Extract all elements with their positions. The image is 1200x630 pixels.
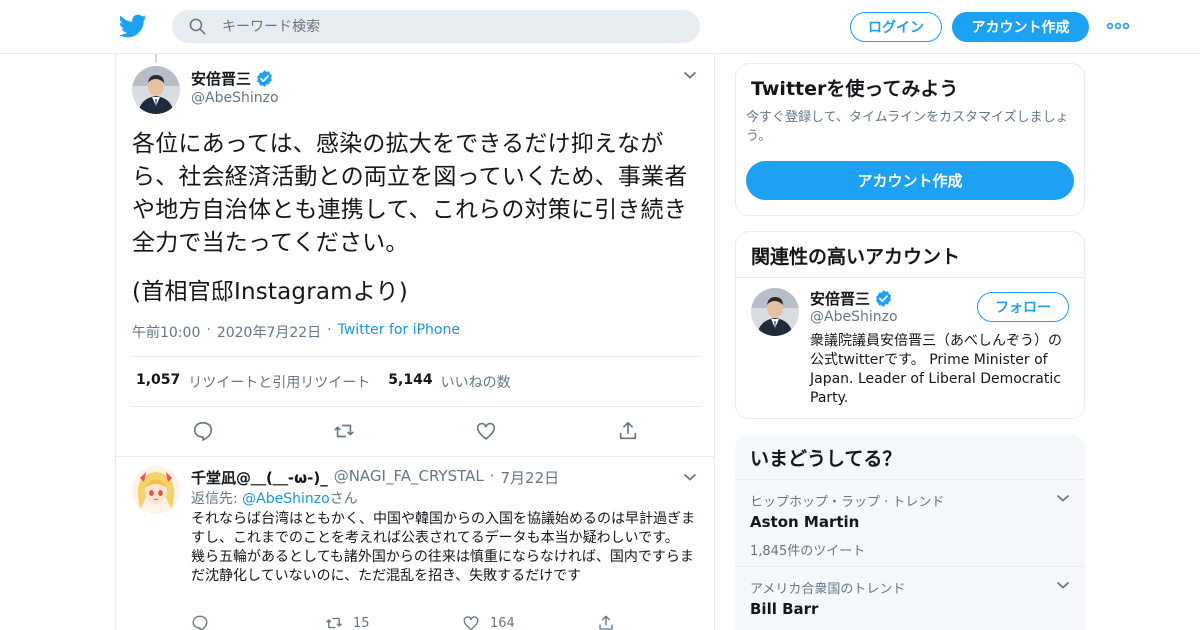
related-account-name-row[interactable]: 安倍晋三 [810, 288, 893, 309]
divider [132, 356, 700, 357]
reply-avatar[interactable] [132, 466, 180, 514]
like-icon [463, 616, 479, 630]
trends-card: いまどうしてる？ ヒップホップ・ラップ · トレンド Aston Martin … [735, 434, 1085, 630]
divider [736, 277, 1084, 278]
author-handle[interactable]: @AbeShinzo [191, 90, 279, 106]
reply-header: 千堂凪@＿(＿-ω-)_ @NAGI_FA_CRYSTAL · 7月22日 [191, 467, 559, 488]
profile-photo-icon [132, 66, 180, 114]
tweet-source-note: (首相官邸Instagramより) [132, 279, 408, 305]
meta-separator: · [327, 322, 332, 338]
more-options-icon[interactable] [1106, 20, 1130, 32]
signup-card-button[interactable]: アカウント作成 [746, 161, 1074, 200]
divider [735, 566, 1085, 567]
reply-retweet-count: 15 [353, 615, 370, 630]
thread-connector [155, 54, 157, 62]
meta-separator: · [489, 467, 495, 485]
replying-to-label: 返信先: [191, 491, 238, 507]
chevron-down-icon[interactable] [1056, 493, 1070, 503]
trend-context: アメリカ合衆国のトレンド [750, 582, 906, 597]
like-icon[interactable] [475, 420, 497, 442]
login-button[interactable]: ログイン [850, 12, 942, 42]
reply-like-button[interactable]: 164 [462, 614, 515, 630]
search-box[interactable] [172, 10, 700, 43]
signup-card-description: 今すぐ登録して、タイムラインをカスタマイズしましょう。 [746, 110, 1069, 144]
reply-like-count: 164 [490, 615, 515, 630]
tweet-text: 各位にあっては、感染の拡大をできるだけ抑えながら、社会経済活動との両立を図ってい… [132, 131, 688, 256]
related-account-handle[interactable]: @AbeShinzo [810, 309, 898, 325]
signup-card-title: Twitterを使ってみよう [751, 78, 959, 100]
author-name[interactable]: 安倍晋三 [191, 68, 251, 89]
follow-button[interactable]: フォロー [977, 292, 1069, 322]
trends-card-title: いまどうしてる？ [750, 448, 902, 470]
tweet-client-link[interactable]: Twitter for iPhone [338, 322, 460, 342]
reply-retweet-button[interactable]: 15 [325, 614, 370, 630]
reply-share-button[interactable] [597, 614, 615, 630]
tweet-body: 各位にあっては、感染の拡大をできるだけ抑えながら、社会経済活動との両立を図ってい… [132, 128, 702, 309]
avatar[interactable] [132, 66, 180, 114]
reply-author-name[interactable]: 千堂凪@＿(＿-ω-)_ [191, 467, 328, 488]
trend-count: 1,845件のツイート [750, 544, 866, 559]
like-label[interactable]: いいねの数 [441, 372, 511, 392]
tweet-actions [192, 420, 642, 444]
trend-context: ヒップホップ・ラップ · トレンド [750, 495, 945, 510]
search-input[interactable] [222, 14, 682, 39]
share-icon[interactable] [617, 420, 639, 442]
chevron-down-icon[interactable] [1056, 580, 1070, 590]
retweet-label[interactable]: リツイートと引用リツイート [188, 372, 370, 392]
chevron-down-icon[interactable] [683, 472, 697, 482]
reply-body: それならば台湾はともかく、中国や韓国からの入国を協議始めるのは早計過ぎますし、こ… [191, 510, 701, 586]
related-card-title: 関連性の高いアカウント [751, 246, 961, 268]
trend-name[interactable]: Aston Martin [750, 513, 1070, 531]
signup-button[interactable]: アカウント作成 [952, 12, 1089, 42]
divider [116, 456, 714, 457]
tweet-stats: 1,057 リツイートと引用リツイート 5,144 いいねの数 [136, 372, 521, 392]
divider [735, 479, 1085, 480]
verified-badge-icon [257, 70, 272, 87]
meta-separator: · [206, 322, 211, 338]
chevron-down-icon[interactable] [683, 70, 697, 80]
reply-date[interactable]: 7月22日 [501, 467, 560, 488]
verified-badge-icon [876, 290, 891, 307]
profile-photo-icon [751, 288, 799, 336]
reply-reply-button[interactable] [191, 614, 209, 630]
signup-card: Twitterを使ってみよう 今すぐ登録して、タイムラインをカスタマイズしましょ… [735, 63, 1085, 216]
divider [132, 406, 700, 407]
retweet-icon [326, 617, 342, 629]
related-accounts-card: 関連性の高いアカウント 安倍晋三 @AbeShinzo フォロー 衆議院議員安倍… [735, 231, 1085, 419]
search-icon [189, 18, 206, 35]
reply-text: それならば台湾はともかく、中国や韓国からの入国を協議始めるのは早計過ぎますし、こ… [191, 511, 695, 584]
replying-to-suffix: さん [329, 491, 358, 507]
tweet-meta: 午前10:00 · 2020年7月22日 · Twitter for iPhon… [132, 322, 460, 342]
related-account-name[interactable]: 安倍晋三 [810, 288, 870, 309]
related-avatar[interactable] [751, 288, 799, 336]
like-count[interactable]: 5,144 [388, 372, 432, 392]
tweet-column: 安倍晋三 @AbeShinzo 各位にあっては、感染の拡大をできるだけ抑えながら… [115, 54, 715, 630]
trend-name[interactable]: Bill Barr [750, 600, 1070, 618]
reply-icon [192, 615, 208, 630]
reply-author-handle[interactable]: @NAGI_FA_CRYSTAL [334, 467, 484, 488]
trend-item[interactable]: アメリカ合衆国のトレンド Bill Barr [750, 578, 1070, 618]
replying-to: 返信先: @AbeShinzoさん [191, 488, 358, 508]
reply-icon[interactable] [192, 420, 214, 442]
tweet-time[interactable]: 午前10:00 [132, 322, 200, 342]
retweet-count[interactable]: 1,057 [136, 372, 180, 392]
share-icon [599, 615, 613, 630]
top-bar: ログイン アカウント作成 [0, 0, 1200, 54]
twitter-logo-icon[interactable] [118, 12, 148, 40]
anime-avatar-icon [132, 466, 180, 514]
tweet-date[interactable]: 2020年7月22日 [217, 322, 321, 342]
reply-actions: 15 164 [191, 614, 641, 630]
replying-to-handle-link[interactable]: @AbeShinzo [242, 491, 330, 507]
tweet-author[interactable]: 安倍晋三 [191, 68, 274, 89]
related-account-bio: 衆議院議員安倍晋三（あべしんぞう）の公式twitterです。 Prime Min… [810, 333, 1062, 406]
retweet-icon[interactable] [333, 420, 355, 442]
trend-item[interactable]: ヒップホップ・ラップ · トレンド Aston Martin 1,845件のツイ… [750, 491, 1070, 559]
